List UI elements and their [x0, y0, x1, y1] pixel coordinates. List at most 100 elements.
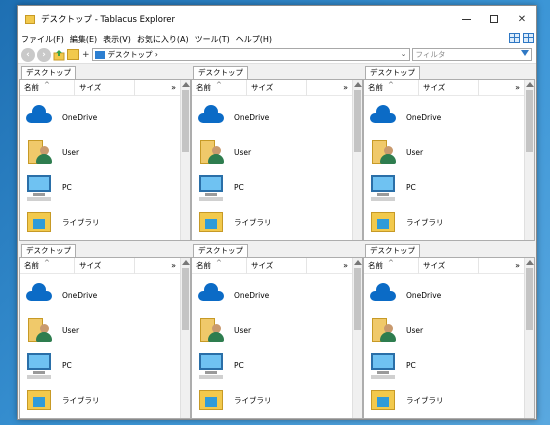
list-item-pc[interactable]: PC [368, 350, 518, 380]
list-item-user[interactable]: User [368, 137, 518, 167]
scroll-thumb[interactable] [526, 268, 533, 330]
list-item-onedrive[interactable]: OneDrive [368, 280, 518, 310]
scroll-thumb[interactable] [526, 90, 533, 152]
forward-button[interactable]: › [37, 47, 51, 62]
list-item-pc[interactable]: PC [196, 172, 346, 202]
more-columns-button[interactable]: » [171, 80, 176, 96]
filter-icon[interactable] [520, 50, 529, 56]
file-list: ^ 名前 サイズ » OneDrive User PC ライブラリ [363, 257, 535, 419]
more-columns-button[interactable]: » [343, 258, 348, 274]
list-item-onedrive[interactable]: OneDrive [368, 102, 518, 132]
chevron-down-icon[interactable]: ⌄ [401, 50, 407, 58]
column-size[interactable]: サイズ [75, 79, 135, 96]
list-item-library[interactable]: ライブラリ [196, 207, 346, 237]
user-folder-icon [24, 315, 54, 345]
column-name[interactable]: ^ 名前 [20, 257, 75, 274]
list-item-library[interactable]: ライブラリ [24, 385, 174, 415]
list-item-onedrive[interactable]: OneDrive [196, 102, 346, 132]
sort-ascending-icon: ^ [216, 258, 222, 267]
list-item-library[interactable]: ライブラリ [368, 385, 518, 415]
scroll-thumb[interactable] [354, 268, 361, 330]
list-item-onedrive[interactable]: OneDrive [196, 280, 346, 310]
menu-favorites[interactable]: お気に入り(A) [137, 34, 189, 45]
vertical-scrollbar[interactable] [524, 258, 534, 418]
column-name[interactable]: ^ 名前 [192, 79, 247, 96]
layout-grid-icon[interactable] [509, 33, 520, 43]
list-item-onedrive[interactable]: OneDrive [24, 102, 174, 132]
list-item-pc[interactable]: PC [24, 172, 174, 202]
column-size[interactable]: サイズ [247, 257, 307, 274]
scroll-up-icon[interactable] [182, 260, 190, 265]
user-body-shape [36, 332, 52, 342]
list-item-library[interactable]: ライブラリ [368, 207, 518, 237]
scroll-up-icon[interactable] [354, 260, 362, 265]
cloud-shape [370, 283, 396, 302]
more-columns-button[interactable]: » [343, 80, 348, 96]
column-header: ^ 名前 サイズ » [364, 257, 534, 274]
scroll-thumb[interactable] [182, 268, 189, 330]
column-size[interactable]: サイズ [75, 257, 135, 274]
up-folder-icon[interactable] [53, 49, 65, 61]
file-list: ^ 名前 サイズ » OneDrive User PC ライブラリ [191, 79, 363, 241]
monitor-shape [199, 175, 223, 192]
maximize-button[interactable] [480, 6, 508, 32]
menu-view[interactable]: 表示(V) [103, 34, 131, 45]
vertical-scrollbar[interactable] [352, 258, 362, 418]
scroll-up-icon[interactable] [526, 82, 534, 87]
column-name-label: 名前 [368, 82, 383, 92]
list-item-user[interactable]: User [24, 137, 174, 167]
scroll-thumb[interactable] [354, 90, 361, 152]
vertical-scrollbar[interactable] [180, 80, 190, 240]
list-item-pc[interactable]: PC [196, 350, 346, 380]
menu-help[interactable]: ヘルプ(H) [236, 34, 272, 45]
computer-icon [24, 350, 54, 380]
list-item-library[interactable]: ライブラリ [196, 385, 346, 415]
list-item-user[interactable]: User [24, 315, 174, 345]
column-name[interactable]: ^ 名前 [20, 79, 75, 96]
vertical-scrollbar[interactable] [180, 258, 190, 418]
list-item-pc[interactable]: PC [24, 350, 174, 380]
list-item-user[interactable]: User [196, 137, 346, 167]
column-name[interactable]: ^ 名前 [364, 79, 419, 96]
maximize-icon [490, 15, 498, 23]
cloud-shape [26, 283, 52, 302]
item-label: ライブラリ [406, 395, 444, 405]
vertical-scrollbar[interactable] [524, 80, 534, 240]
column-size[interactable]: サイズ [419, 257, 479, 274]
file-pane: デスクトップ ^ 名前 サイズ » OneDrive User PC ライブラリ [363, 243, 535, 419]
scroll-thumb[interactable] [182, 90, 189, 152]
list-item-library[interactable]: ライブラリ [24, 207, 174, 237]
minimize-button[interactable] [452, 6, 480, 32]
menu-edit[interactable]: 編集(E) [70, 34, 97, 45]
list-item-pc[interactable]: PC [368, 172, 518, 202]
add-tab-button[interactable]: + [82, 50, 90, 60]
more-columns-button[interactable]: » [515, 258, 520, 274]
user-folder-icon [196, 137, 226, 167]
title-bar[interactable]: デスクトップ - Tablacus Explorer ✕ [18, 6, 536, 32]
list-item-user[interactable]: User [196, 315, 346, 345]
list-item-onedrive[interactable]: OneDrive [24, 280, 174, 310]
column-size[interactable]: サイズ [419, 79, 479, 96]
column-size[interactable]: サイズ [247, 79, 307, 96]
close-button[interactable]: ✕ [508, 6, 536, 32]
toolbar: ‹ › + デスクトップ › ⌄ フィルタ [18, 46, 536, 64]
layout-split-icon[interactable] [523, 33, 534, 43]
vertical-scrollbar[interactable] [352, 80, 362, 240]
scroll-up-icon[interactable] [354, 82, 362, 87]
menu-tools[interactable]: ツール(T) [195, 34, 230, 45]
scroll-up-icon[interactable] [182, 82, 190, 87]
back-button[interactable]: ‹ [21, 47, 35, 62]
more-columns-button[interactable]: » [171, 258, 176, 274]
menu-file[interactable]: ファイル(F) [21, 34, 64, 45]
column-name[interactable]: ^ 名前 [364, 257, 419, 274]
computer-icon [24, 172, 54, 202]
filter-input[interactable]: フィルタ [411, 48, 532, 61]
library-icon [24, 207, 54, 237]
scroll-up-icon[interactable] [526, 260, 534, 265]
column-name[interactable]: ^ 名前 [192, 257, 247, 274]
more-columns-button[interactable]: » [515, 80, 520, 96]
list-item-user[interactable]: User [368, 315, 518, 345]
item-label: User [62, 147, 80, 157]
address-bar[interactable]: デスクトップ › ⌄ [91, 48, 410, 61]
folder-tree-icon[interactable] [67, 49, 79, 60]
